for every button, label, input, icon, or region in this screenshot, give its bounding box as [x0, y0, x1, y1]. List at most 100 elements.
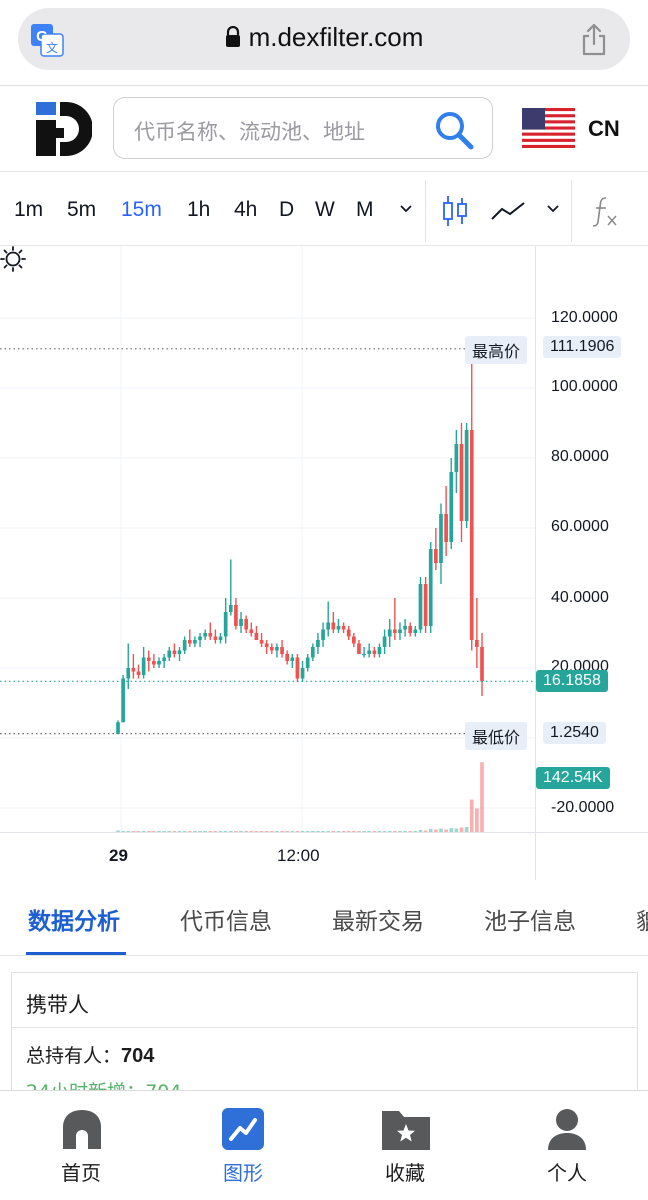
- time-axis-label: 12:00: [277, 846, 320, 865]
- url-text: m.dexfilter.com: [248, 22, 424, 52]
- timeframe-5m[interactable]: 5m: [67, 198, 96, 222]
- us-flag-icon[interactable]: [522, 108, 575, 148]
- indicators-fx-icon[interactable]: [590, 194, 620, 228]
- volume-bar: [141, 831, 146, 832]
- candle-body: [341, 626, 346, 630]
- volume-bar: [444, 829, 448, 832]
- settings-sun-icon[interactable]: [0, 246, 26, 272]
- candle-body: [223, 612, 228, 637]
- url-display[interactable]: m.dexfilter.com: [18, 22, 630, 53]
- volume-bar: [259, 831, 264, 832]
- candle-body: [126, 668, 131, 679]
- candle-body: [316, 640, 320, 647]
- price-axis-label: 80.0000: [551, 448, 609, 465]
- time-axis-label: 29: [109, 846, 128, 865]
- volume-bar: [223, 831, 228, 832]
- price-chart[interactable]: 120.0000 100.0000 80.0000 60.0000 40.000…: [0, 246, 648, 880]
- timeframe-1m[interactable]: 1m: [14, 198, 43, 222]
- candle-body: [244, 619, 249, 630]
- volume-bar: [475, 808, 479, 832]
- candle-body: [152, 661, 156, 665]
- language-label[interactable]: CN: [588, 116, 620, 142]
- candle-body: [254, 633, 259, 640]
- browser-address-bar[interactable]: G 文 m.dexfilter.com: [18, 8, 630, 70]
- volume-bar: [480, 762, 484, 832]
- volume-bar: [398, 831, 402, 832]
- holders-card: 携带人 总持有人：704 24小时新增：704: [11, 972, 638, 1102]
- volume-bar: [193, 831, 197, 832]
- volume-bar: [254, 831, 259, 832]
- volume-bar: [249, 831, 254, 832]
- timeframe-w[interactable]: W: [315, 198, 335, 222]
- candle-body: [449, 472, 454, 542]
- volume-bar: [382, 831, 387, 832]
- volume-bar: [428, 829, 433, 832]
- volume-tag: 142.54K: [536, 767, 610, 789]
- candle-body: [434, 549, 438, 563]
- volume-bar: [275, 831, 279, 832]
- volume-bar: [434, 829, 438, 832]
- candle-body: [310, 647, 315, 658]
- candle-body: [372, 650, 377, 654]
- candlestick-icon[interactable]: [440, 194, 470, 228]
- volume-bar: [126, 831, 131, 832]
- tab-pool-info[interactable]: 池子信息: [484, 902, 576, 936]
- volume-bar: [336, 831, 341, 832]
- active-tab-underline: [26, 952, 126, 955]
- candle-body: [280, 647, 284, 654]
- candle-body: [203, 633, 208, 637]
- tab-data-analysis[interactable]: 数据分析: [28, 902, 120, 936]
- current-price-tag: 16.1858: [536, 670, 608, 692]
- candle-body: [469, 430, 474, 640]
- volume-bar: [367, 831, 372, 832]
- candle-body: [444, 514, 448, 542]
- volume-bar: [280, 831, 284, 832]
- timeframe-chevron-down-icon[interactable]: [399, 204, 413, 214]
- volume-bar: [218, 831, 223, 832]
- candle-body: [300, 668, 305, 679]
- search-input[interactable]: 代币名称、流动池、地址: [113, 97, 493, 159]
- timeframe-4h[interactable]: 4h: [234, 198, 257, 222]
- volume-bar: [244, 831, 249, 832]
- nav-profile[interactable]: 个人: [486, 1091, 648, 1200]
- divider: [12, 1027, 637, 1028]
- price-axis-label: -20.0000: [551, 799, 615, 816]
- candle-body: [228, 605, 233, 612]
- nav-favorites[interactable]: 收藏: [324, 1091, 486, 1200]
- tab-latest-trades[interactable]: 最新交易: [332, 902, 424, 936]
- candle-body: [403, 626, 407, 630]
- nav-home[interactable]: 首页: [0, 1091, 162, 1200]
- tab-token-info[interactable]: 代币信息: [180, 902, 272, 936]
- share-icon[interactable]: [580, 22, 608, 56]
- price-axis-label: 40.0000: [551, 589, 609, 606]
- timeframe-15m[interactable]: 15m: [121, 198, 162, 222]
- line-chart-icon[interactable]: [490, 199, 526, 223]
- search-icon[interactable]: [434, 110, 474, 150]
- tab-honeypot[interactable]: 貔: [636, 902, 648, 936]
- candle-body: [146, 657, 151, 661]
- site-header: 代币名称、流动池、地址 CN: [0, 86, 648, 172]
- candle-body: [275, 647, 279, 651]
- timeframe-m[interactable]: M: [356, 198, 374, 222]
- low-price-value: 1.2540: [543, 722, 606, 744]
- timeframe-1h[interactable]: 1h: [187, 198, 210, 222]
- chart-toolbar: 1m 5m 15m 1h 4h D W M: [0, 172, 648, 246]
- dexfilter-logo[interactable]: [36, 102, 92, 156]
- volume-bar: [182, 831, 187, 832]
- candle-body: [295, 657, 300, 679]
- total-holders-row: 总持有人：704: [26, 1041, 154, 1068]
- volume-bar: [469, 799, 474, 832]
- chart-type-chevron-down-icon[interactable]: [546, 204, 560, 214]
- candle-body: [336, 626, 341, 630]
- timeframe-d[interactable]: D: [279, 198, 294, 222]
- candle-body: [157, 661, 161, 665]
- candle-body: [367, 650, 372, 654]
- home-icon: [63, 1110, 101, 1149]
- volume-bar: [408, 831, 413, 832]
- nav-chart[interactable]: 图形: [162, 1091, 324, 1200]
- candle-body: [136, 671, 141, 675]
- price-axis-label: 60.0000: [551, 518, 609, 535]
- volume-bar: [187, 831, 192, 832]
- candle-body: [387, 629, 392, 637]
- volume-bar: [362, 831, 366, 832]
